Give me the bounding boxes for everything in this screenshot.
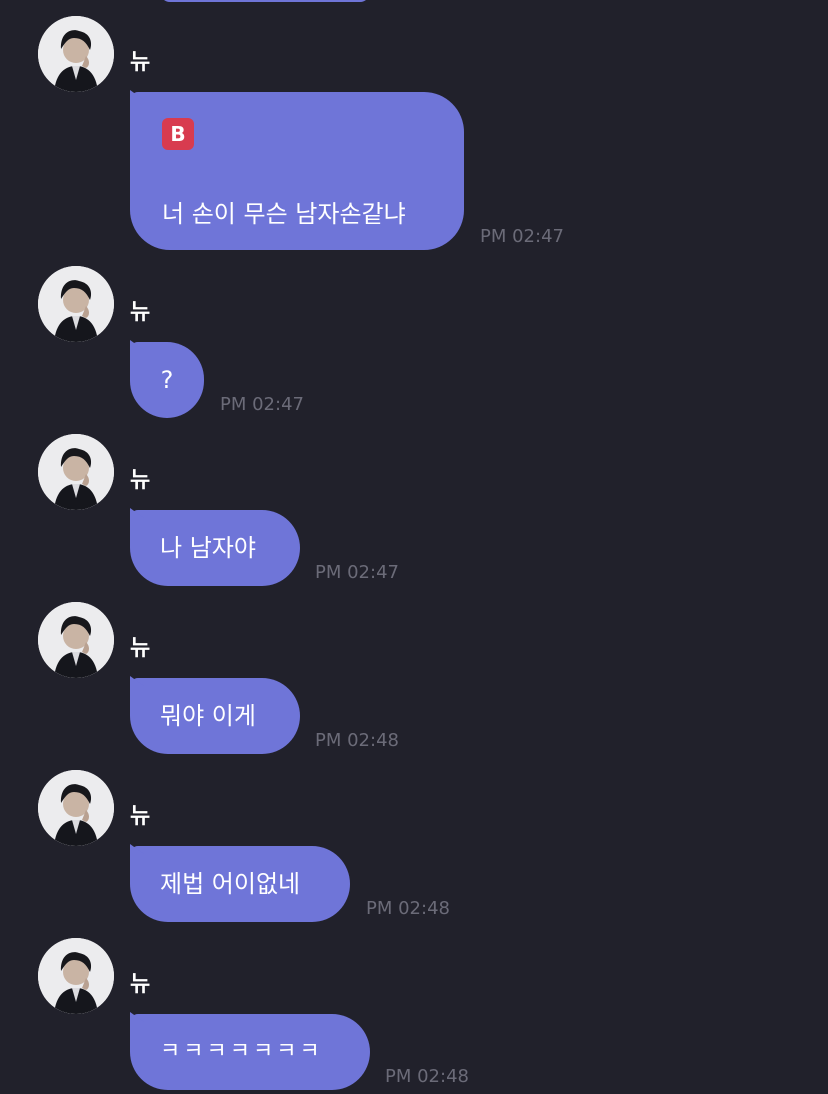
avatar[interactable] xyxy=(38,938,114,1014)
message-time: PM 02:48 xyxy=(385,1066,469,1087)
sender-name: 뉴 xyxy=(130,804,151,829)
avatar[interactable] xyxy=(38,770,114,846)
message-bubble[interactable]: ? xyxy=(130,342,204,418)
sender-name: 뉴 xyxy=(130,636,151,661)
message-bubble[interactable]: 뭐야 이게 xyxy=(130,678,300,754)
message-text: 나 남자야 xyxy=(160,534,256,562)
avatar[interactable] xyxy=(38,434,114,510)
message-bubble[interactable]: B 너 손이 무슨 남자손같냐 xyxy=(130,92,464,250)
message-time: PM 02:48 xyxy=(315,730,399,751)
sender-name: 뉴 xyxy=(130,972,151,997)
message-text: 제법 어이없네 xyxy=(160,870,301,898)
sender-name: 뉴 xyxy=(130,300,151,325)
message-time: PM 02:47 xyxy=(220,394,304,415)
message-time: PM 02:47 xyxy=(480,226,564,247)
profile-photo-icon xyxy=(38,938,114,1014)
message-text: 너 손이 무슨 남자손같냐 xyxy=(162,200,406,228)
previous-message-bubble[interactable] xyxy=(160,0,370,2)
message-bubble[interactable]: 제법 어이없네 xyxy=(130,846,350,922)
message-time: PM 02:47 xyxy=(315,562,399,583)
profile-photo-icon xyxy=(38,434,114,510)
b-badge-icon: B xyxy=(162,118,194,150)
avatar[interactable] xyxy=(38,266,114,342)
sender-name: 뉴 xyxy=(130,468,151,493)
message-text: ? xyxy=(160,366,174,394)
message-text: ㅋㅋㅋㅋㅋㅋㅋ xyxy=(160,1039,323,1064)
chat-view: 뉴 B 너 손이 무슨 남자손같냐 PM 02:47 뉴 ? PM 02:47 … xyxy=(0,0,828,1094)
sender-name: 뉴 xyxy=(130,50,151,75)
profile-photo-icon xyxy=(38,16,114,92)
message-bubble[interactable]: ㅋㅋㅋㅋㅋㅋㅋ xyxy=(130,1014,370,1090)
profile-photo-icon xyxy=(38,770,114,846)
message-text: 뭐야 이게 xyxy=(160,702,256,730)
profile-photo-icon xyxy=(38,266,114,342)
avatar[interactable] xyxy=(38,16,114,92)
message-bubble[interactable]: 나 남자야 xyxy=(130,510,300,586)
avatar[interactable] xyxy=(38,602,114,678)
profile-photo-icon xyxy=(38,602,114,678)
message-time: PM 02:48 xyxy=(366,898,450,919)
